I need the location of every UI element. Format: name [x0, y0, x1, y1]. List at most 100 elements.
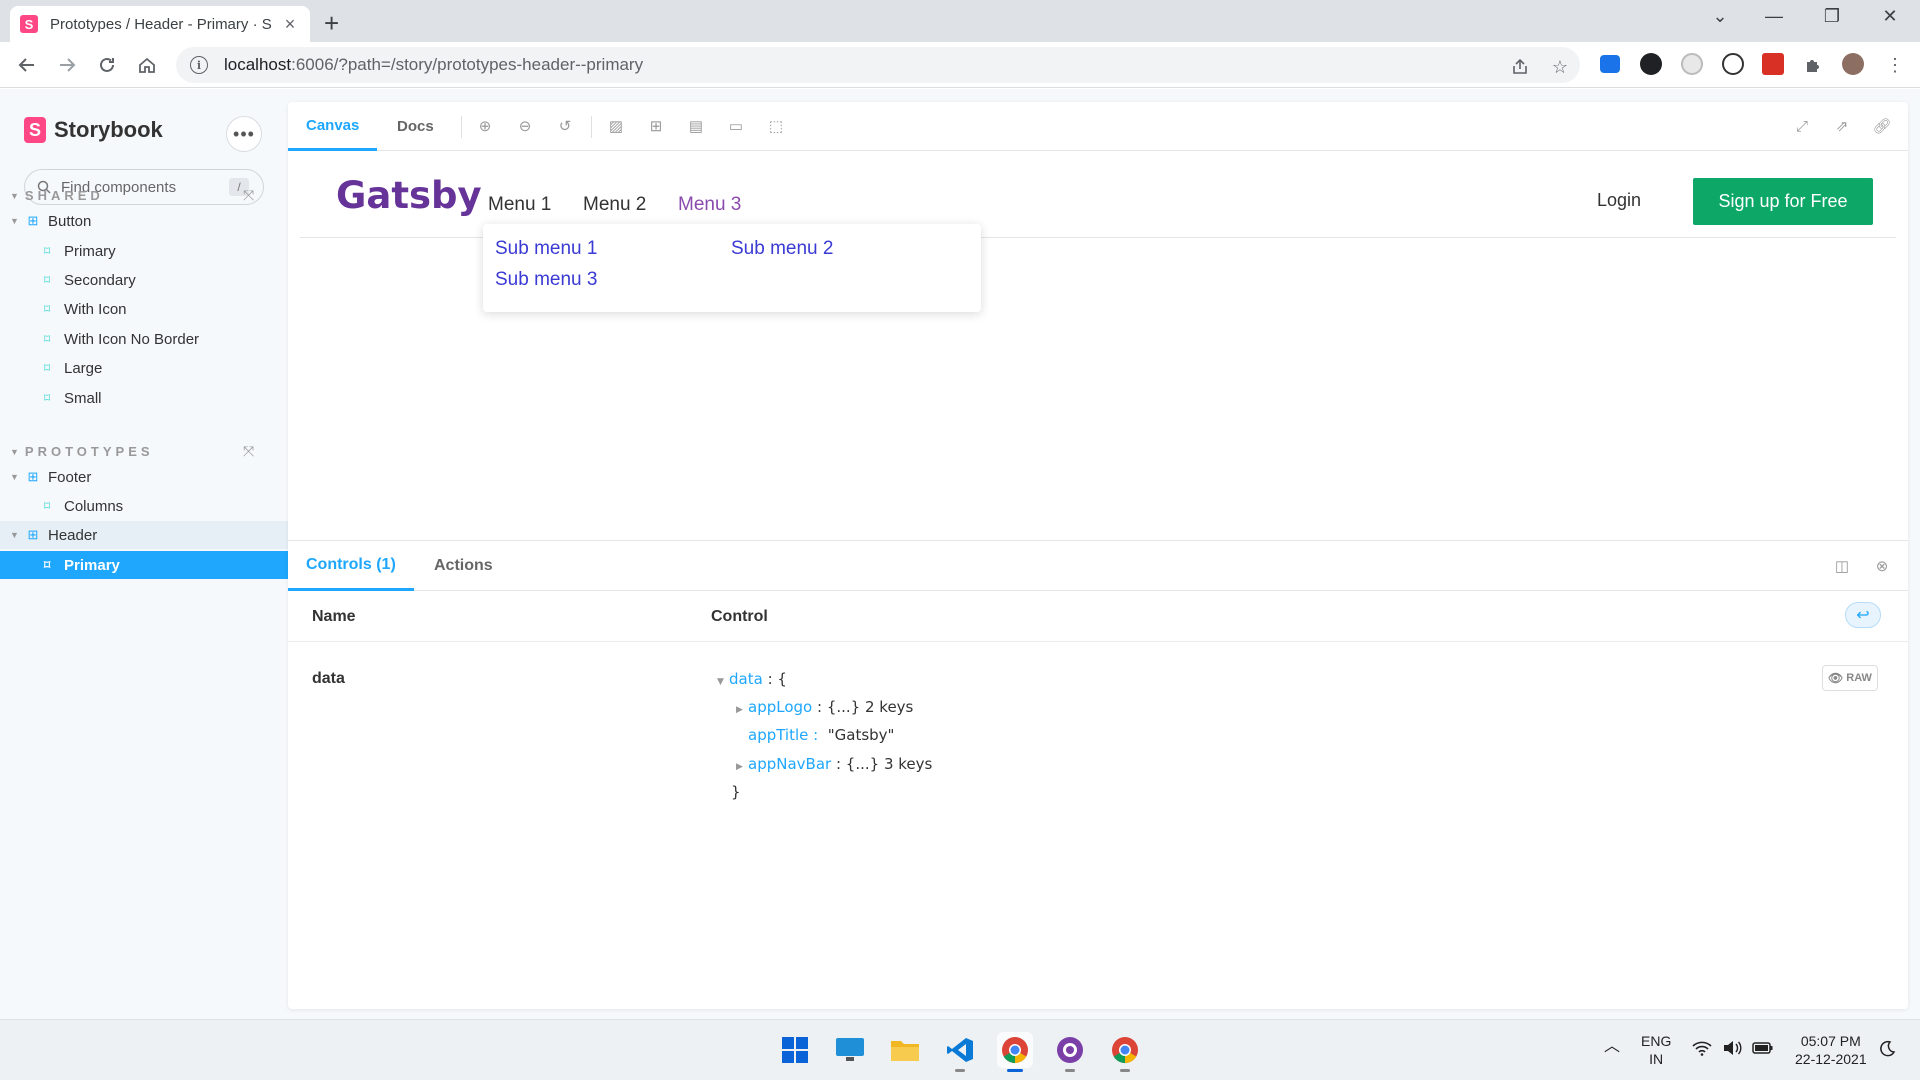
- tab-canvas[interactable]: Canvas: [288, 102, 378, 151]
- share-icon[interactable]: [1508, 55, 1532, 79]
- tab-docs[interactable]: Docs: [397, 102, 434, 151]
- story-canvas: Gatsby Menu 1 Menu 2 Menu 3 Login Sign u…: [288, 152, 1908, 540]
- minimize-button[interactable]: —: [1754, 6, 1794, 27]
- outline-icon[interactable]: ⬚: [766, 116, 786, 136]
- url-host: localhost: [224, 55, 292, 74]
- addons-tabbar: Controls (1) Actions ◫ ⊗: [288, 540, 1908, 591]
- sidebar-item-large[interactable]: ⌑ Large: [0, 354, 288, 382]
- browser-tabstrip: S Prototypes / Header - Primary · S × + …: [0, 0, 1920, 42]
- sidebar-item-button[interactable]: ▼ ⊞ Button: [0, 207, 288, 235]
- tab-title: Prototypes / Header - Primary · S: [50, 15, 272, 33]
- background-icon[interactable]: ▨: [606, 116, 626, 136]
- back-icon[interactable]: [12, 50, 42, 80]
- json-applogo[interactable]: ▶ appLogo : {...} 2 keys: [736, 698, 913, 716]
- tab-controls[interactable]: Controls (1): [288, 541, 414, 591]
- app-title[interactable]: Gatsby: [336, 174, 482, 217]
- chrome-icon[interactable]: [997, 1032, 1033, 1072]
- profile-avatar[interactable]: [1842, 53, 1864, 75]
- signup-button[interactable]: Sign up for Free: [1693, 178, 1873, 225]
- json-root[interactable]: ▼ data : {: [717, 670, 787, 688]
- viewport-icon[interactable]: ▤: [686, 116, 706, 136]
- bookmark-icon: ⌑: [44, 361, 51, 375]
- desktop-icon[interactable]: [832, 1032, 868, 1068]
- extension-screencast-icon[interactable]: [1600, 55, 1620, 73]
- tray-overflow-icon[interactable]: ︿: [1604, 1038, 1620, 1056]
- close-panel-icon[interactable]: ⊗: [1872, 556, 1892, 576]
- battery-icon[interactable]: [1752, 1040, 1774, 1056]
- bookmark-star-icon[interactable]: ☆: [1548, 55, 1572, 79]
- zoom-out-icon[interactable]: ⊖: [515, 116, 535, 136]
- grid-icon[interactable]: ⊞: [646, 116, 666, 136]
- url-path: :6006/?path=/story/prototypes-header--pr…: [291, 55, 644, 74]
- json-appnavbar[interactable]: ▶ appNavBar : {...} 3 keys: [736, 755, 932, 773]
- home-icon[interactable]: [132, 50, 162, 80]
- restore-button[interactable]: ❐: [1812, 6, 1852, 27]
- section-prototypes[interactable]: ▼ PROTOTYPES: [10, 444, 154, 459]
- submenu-item-2[interactable]: Sub menu 2: [731, 238, 833, 260]
- bookmark-icon: ⌑: [44, 558, 51, 572]
- extension-red-icon[interactable]: [1762, 53, 1784, 75]
- brand-name: Storybook: [54, 117, 163, 142]
- submenu-item-3[interactable]: Sub menu 3: [495, 269, 597, 291]
- sidebar-menu-button[interactable]: •••: [226, 116, 262, 152]
- sidebar-item-with-icon-no-border[interactable]: ⌑ With Icon No Border: [0, 325, 288, 353]
- extension-timer-icon[interactable]: [1681, 53, 1703, 75]
- notifications-icon[interactable]: [1878, 1040, 1896, 1058]
- section-shared[interactable]: ▼ SHARED: [10, 188, 104, 203]
- start-icon[interactable]: [777, 1032, 813, 1068]
- fullscreen-icon[interactable]: ⤢: [1792, 116, 1812, 136]
- open-new-tab-icon[interactable]: ⇗: [1832, 116, 1852, 136]
- close-window-button[interactable]: ✕: [1870, 6, 1910, 27]
- extension-v-icon[interactable]: [1640, 53, 1662, 75]
- extensions-puzzle-icon[interactable]: [1801, 53, 1825, 77]
- bookmark-icon: ⌑: [44, 391, 51, 405]
- measure-icon[interactable]: ▭: [726, 116, 746, 136]
- volume-icon[interactable]: [1722, 1040, 1742, 1056]
- tab-search-icon[interactable]: ⌄: [1700, 6, 1740, 27]
- forward-icon[interactable]: [52, 50, 82, 80]
- eye-icon: 👁︎: [1828, 671, 1844, 685]
- sidebar-item-header[interactable]: ▼ ⊞ Header: [0, 521, 288, 549]
- site-info-icon[interactable]: i: [190, 56, 208, 74]
- reset-controls-icon[interactable]: ↩: [1845, 602, 1881, 628]
- copy-link-icon[interactable]: 🔗︎: [1872, 116, 1892, 136]
- json-apptitle[interactable]: appTitle : "Gatsby": [748, 726, 894, 744]
- collapse-all-icon[interactable]: ⤧: [243, 187, 254, 204]
- reload-icon[interactable]: [92, 50, 122, 80]
- storybook-logo-icon: S: [24, 117, 46, 143]
- sidebar-item-with-icon[interactable]: ⌑ With Icon: [0, 295, 288, 323]
- raw-toggle-button[interactable]: 👁︎ RAW: [1822, 665, 1878, 691]
- sidebar-item-footer[interactable]: ▼ ⊞ Footer: [0, 463, 288, 491]
- storybook-brand[interactable]: S Storybook: [24, 117, 163, 143]
- zoom-in-icon[interactable]: ⊕: [475, 116, 495, 136]
- extension-speed-icon[interactable]: [1722, 53, 1744, 75]
- zoom-reset-icon[interactable]: ↺: [555, 116, 575, 136]
- github-desktop-icon[interactable]: [1052, 1032, 1088, 1072]
- sidebar-item-small[interactable]: ⌑ Small: [0, 384, 288, 412]
- login-link[interactable]: Login: [1597, 190, 1641, 211]
- nav-menu-2[interactable]: Menu 2: [583, 194, 646, 216]
- file-explorer-icon[interactable]: [887, 1032, 923, 1068]
- vscode-icon[interactable]: [942, 1032, 978, 1072]
- tab-actions[interactable]: Actions: [434, 541, 493, 591]
- nav-menu-3[interactable]: Menu 3: [678, 194, 741, 216]
- column-control: Control: [711, 608, 768, 625]
- new-tab-button[interactable]: +: [324, 8, 339, 39]
- submenu-item-1[interactable]: Sub menu 1: [495, 238, 597, 260]
- language-indicator[interactable]: ENG IN: [1641, 1032, 1671, 1068]
- chrome-menu-icon[interactable]: ⋮: [1883, 53, 1907, 77]
- wifi-icon[interactable]: [1692, 1040, 1712, 1056]
- chrome-profile-icon[interactable]: [1107, 1032, 1143, 1072]
- address-bar[interactable]: i localhost:6006/?path=/story/prototypes…: [176, 47, 1580, 83]
- sidebar-item-button-secondary[interactable]: ⌑ Secondary: [0, 266, 288, 294]
- sidebar-item-header-primary[interactable]: ⌑ Primary: [0, 551, 288, 579]
- sidebar-item-footer-columns[interactable]: ⌑ Columns: [0, 492, 288, 520]
- collapse-all-icon[interactable]: ⤧: [243, 443, 254, 460]
- caret-down-icon: ▼: [10, 190, 19, 201]
- browser-tab[interactable]: S Prototypes / Header - Primary · S ×: [10, 6, 310, 42]
- panel-orientation-icon[interactable]: ◫: [1832, 556, 1852, 576]
- clock[interactable]: 05:07 PM 22-12-2021: [1795, 1032, 1867, 1068]
- nav-menu-1[interactable]: Menu 1: [488, 194, 551, 216]
- sidebar-item-button-primary[interactable]: ⌑ Primary: [0, 237, 288, 265]
- tab-close-icon[interactable]: ×: [280, 14, 300, 35]
